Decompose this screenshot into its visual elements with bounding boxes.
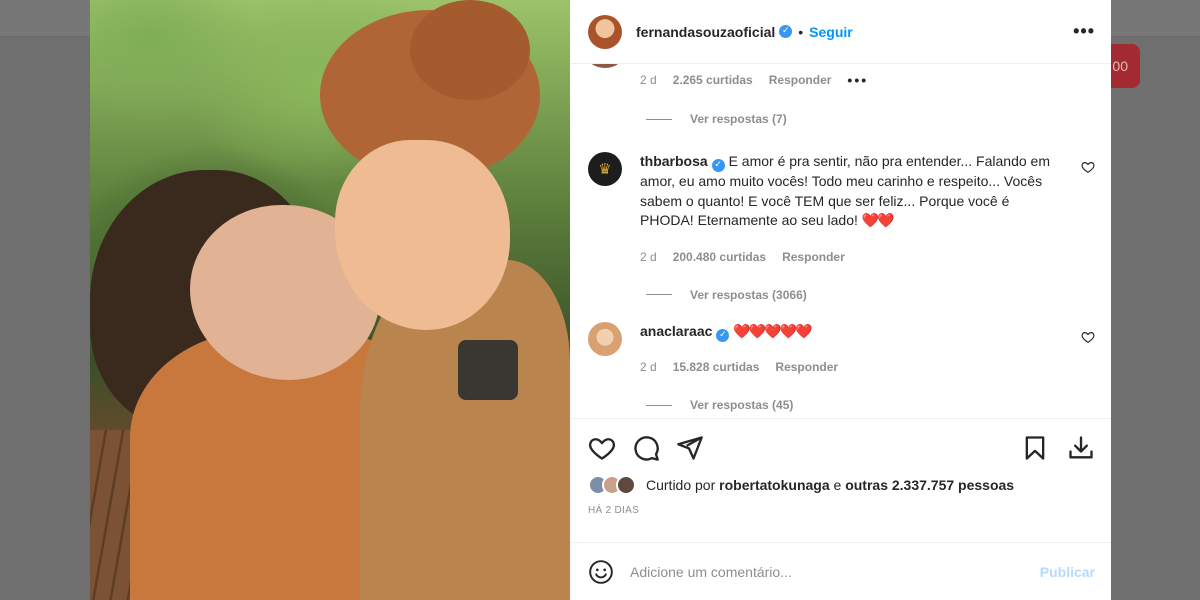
- previous-comment-meta: 2 d 2.265 curtidas Responder •••: [640, 72, 1095, 88]
- emoji-icon[interactable]: [588, 559, 614, 585]
- comment-item: anaclaraac ✓ ❤️❤️❤️❤️❤️ 2 d 15.828 curtid…: [588, 321, 1095, 413]
- reply-button[interactable]: Responder: [775, 360, 838, 374]
- like-comment-heart-icon[interactable]: [1081, 330, 1095, 344]
- comment-text: anaclaraac ✓ ❤️❤️❤️❤️❤️: [640, 322, 1060, 343]
- replies-line: [646, 118, 672, 120]
- liked-by-avatars[interactable]: [588, 475, 636, 495]
- heart-emoji: ❤️❤️❤️❤️❤️: [733, 323, 812, 340]
- post-actions: Curtido por robertatokunaga e outras 2.3…: [570, 418, 1111, 542]
- comment-body: anaclaraac ✓ ❤️❤️❤️❤️❤️ 2 d 15.828 curtid…: [640, 322, 1060, 413]
- comment-likes[interactable]: 15.828 curtidas: [673, 360, 760, 374]
- publish-button[interactable]: Publicar: [1040, 564, 1095, 580]
- comment-likes[interactable]: 2.265 curtidas: [673, 73, 753, 87]
- post-photo: [90, 0, 570, 600]
- comment-input[interactable]: [630, 563, 1040, 580]
- liked-by-user[interactable]: robertatokunaga: [719, 477, 829, 493]
- verified-badge-icon: ✓: [779, 25, 793, 38]
- commenter-username[interactable]: thbarbosa: [640, 153, 708, 169]
- owner-avatar[interactable]: [588, 14, 622, 49]
- reply-button[interactable]: Responder: [782, 250, 845, 264]
- liked-by-prefix: Curtido por: [646, 477, 716, 493]
- comment-options-icon[interactable]: •••: [847, 72, 868, 88]
- comment-bubble-icon[interactable]: [632, 434, 660, 462]
- commenter-avatar[interactable]: ♛: [588, 152, 622, 186]
- replies-line: [646, 294, 672, 295]
- post-header: fernandasouzaoficial ✓ • Seguir •••: [570, 0, 1111, 64]
- view-replies-label[interactable]: Ver respostas (3066): [690, 288, 807, 302]
- replies-line: [646, 404, 672, 406]
- verified-badge-icon: ✓: [711, 159, 725, 172]
- owner-username[interactable]: fernandasouzaoficial: [636, 24, 775, 40]
- download-icon[interactable]: [1067, 434, 1095, 462]
- heart-emoji: ❤️❤️: [861, 213, 895, 229]
- photo-watch: [458, 340, 518, 400]
- view-replies-label[interactable]: Ver respostas (7): [690, 112, 787, 126]
- comments-list[interactable]: 2 d 2.265 curtidas Responder ••• Ver res…: [570, 64, 1111, 418]
- action-icons-row: [588, 431, 1095, 465]
- commenter-username[interactable]: anaclaraac: [640, 323, 712, 339]
- comment-date: 2 d: [640, 249, 657, 264]
- bookmark-icon[interactable]: [1021, 434, 1049, 462]
- comment-text: thbarbosa ✓ E amor é pra sentir, não pra …: [640, 152, 1060, 232]
- comment-date: 2 d: [640, 360, 657, 374]
- comment-likes[interactable]: 200.480 curtidas: [673, 250, 766, 264]
- view-replies-button[interactable]: Ver respostas (45): [646, 398, 1060, 412]
- comment-body: thbarbosa ✓ E amor é pra sentir, não pra …: [640, 152, 1060, 302]
- header-separator: •: [798, 23, 804, 40]
- post-side-panel: fernandasouzaoficial ✓ • Seguir ••• 2 d …: [570, 0, 1111, 600]
- view-replies-button[interactable]: Ver respostas (7): [646, 112, 1095, 126]
- liked-by-others[interactable]: outras 2.337.757 pessoas: [845, 477, 1014, 493]
- add-comment-bar: Publicar: [570, 542, 1111, 600]
- comment-meta: 2 d 15.828 curtidas Responder: [640, 360, 1060, 374]
- comment-item: ♛ thbarbosa ✓ E amor é pra sentir, não pr…: [588, 152, 1095, 302]
- view-replies-label[interactable]: Ver respostas (45): [690, 398, 793, 412]
- crown-icon: ♛: [598, 160, 612, 178]
- follow-button[interactable]: Seguir: [809, 24, 853, 40]
- liked-by-and: e: [833, 477, 842, 493]
- like-heart-icon[interactable]: [588, 434, 616, 462]
- more-options-icon[interactable]: •••: [1073, 21, 1095, 42]
- likes-summary: Curtido por robertatokunaga e outras 2.3…: [588, 475, 1095, 495]
- commenter-avatar[interactable]: [588, 321, 622, 356]
- post-modal: fernandasouzaoficial ✓ • Seguir ••• 2 d …: [90, 0, 1111, 600]
- photo-person-right-bun: [410, 0, 530, 100]
- verified-badge-icon: ✓: [716, 328, 730, 342]
- post-date: HÁ 2 DIAS: [588, 505, 640, 516]
- share-paper-plane-icon[interactable]: [676, 434, 704, 462]
- view-replies-button[interactable]: Ver respostas (3066): [646, 288, 1060, 302]
- mini-avatar: [616, 475, 636, 495]
- previous-comment-avatar: [588, 64, 622, 68]
- comment-meta: 2 d 200.480 curtidas Responder: [640, 250, 1060, 264]
- comment-date: 2 d: [640, 73, 657, 87]
- like-comment-heart-icon[interactable]: [1081, 160, 1095, 174]
- action-icons-right: [1003, 434, 1095, 462]
- reply-button[interactable]: Responder: [769, 73, 832, 87]
